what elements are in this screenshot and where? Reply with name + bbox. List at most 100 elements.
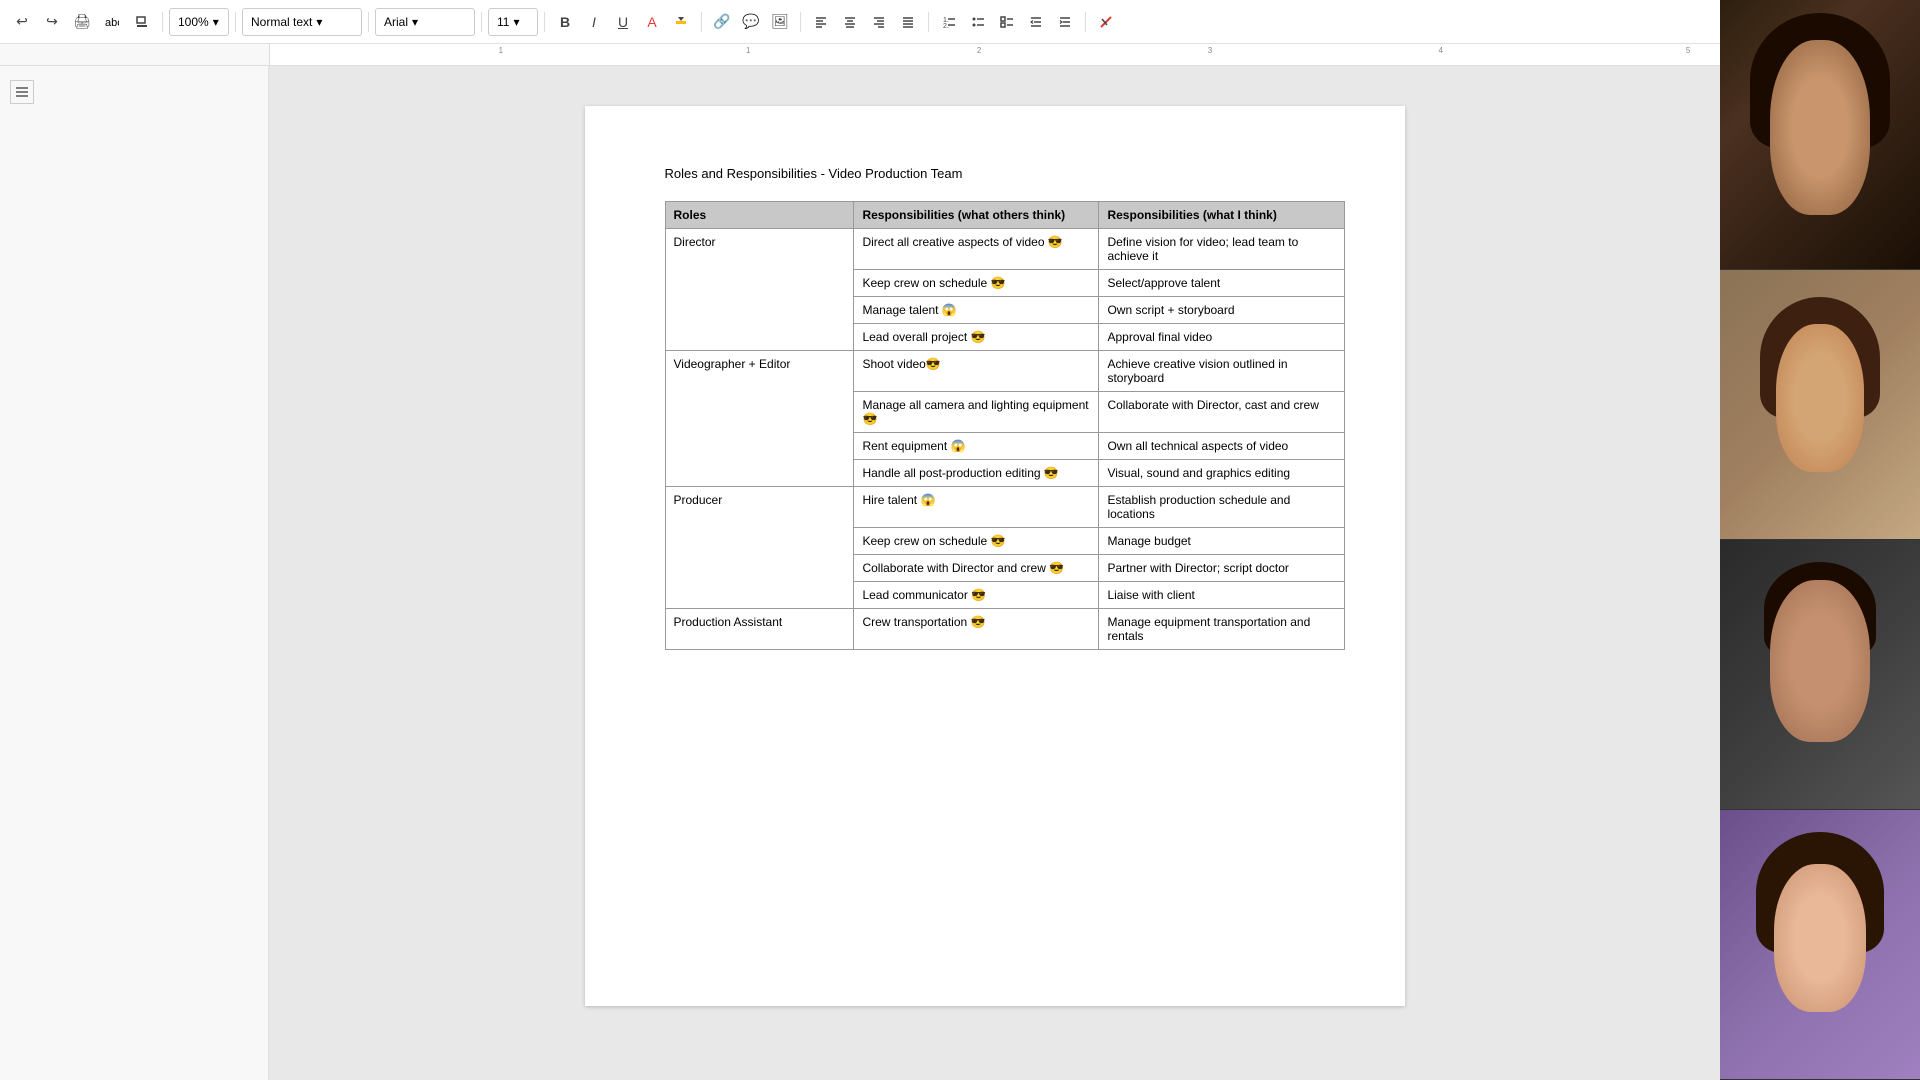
main-content: Roles and Responsibilities - Video Produ… — [269, 66, 1720, 1080]
others-cell: Lead overall project 😎 — [854, 324, 1099, 351]
video-inner-1 — [1720, 0, 1920, 269]
font-value: Arial — [384, 15, 408, 29]
comment-button[interactable]: 💬 — [737, 8, 765, 36]
ruler: 1 1 2 3 4 5 — [0, 44, 1920, 66]
size-chevron: ▾ — [513, 15, 519, 29]
zoom-dropdown[interactable]: 100% ▾ — [169, 8, 229, 36]
align-right-button[interactable] — [865, 8, 893, 36]
zoom-value: 100% — [178, 15, 209, 29]
role-cell: Producer — [665, 487, 854, 609]
decrease-indent-button[interactable] — [1022, 8, 1050, 36]
style-dropdown[interactable]: Normal text ▾ — [242, 8, 362, 36]
link-button[interactable]: 🔗 — [708, 8, 736, 36]
checklist-button[interactable] — [993, 8, 1021, 36]
mine-cell: Approval final video — [1099, 324, 1344, 351]
bold-button[interactable]: B — [551, 8, 579, 36]
sep9 — [1085, 12, 1086, 32]
text-color-button[interactable]: A — [638, 8, 666, 36]
print-button[interactable]: 🖨 — [68, 8, 96, 36]
italic-button[interactable]: I — [580, 8, 608, 36]
others-cell: Keep crew on schedule 😎 — [854, 528, 1099, 555]
toolbar: ↩ ↪ 🖨 abc 100% ▾ Normal text ▾ Arial ▾ 1… — [0, 0, 1920, 44]
ruler-ticks: 1 1 2 3 4 5 — [270, 44, 1919, 65]
col-header-mine: Responsibilities (what I think) — [1099, 202, 1344, 229]
others-cell: Rent equipment 😱 — [854, 433, 1099, 460]
zoom-chevron: ▾ — [213, 15, 219, 29]
list-group: 1.2. — [935, 8, 1079, 36]
mine-cell: Visual, sound and graphics editing — [1099, 460, 1344, 487]
p3-background — [1720, 540, 1920, 809]
svg-text:abc: abc — [105, 17, 119, 29]
spellcheck-button[interactable]: abc — [98, 8, 126, 36]
role-cell: Production Assistant — [665, 609, 854, 650]
image-button[interactable]: 🖼 — [766, 8, 794, 36]
sep4 — [481, 12, 482, 32]
p1-background — [1720, 0, 1920, 269]
mine-cell: Achieve creative vision outlined in stor… — [1099, 351, 1344, 392]
video-participant-4 — [1720, 810, 1920, 1080]
document-list-icon[interactable] — [10, 80, 34, 104]
svg-text:2.: 2. — [943, 23, 949, 29]
video-panel — [1720, 0, 1920, 1080]
video-participant-1 — [1720, 0, 1920, 270]
others-cell: Shoot video😎 — [854, 351, 1099, 392]
others-cell: Lead communicator 😎 — [854, 582, 1099, 609]
others-cell: Collaborate with Director and crew 😎 — [854, 555, 1099, 582]
table-row: Production AssistantCrew transportation … — [665, 609, 1344, 650]
others-cell: Keep crew on schedule 😎 — [854, 270, 1099, 297]
format-group: B I U A — [551, 8, 695, 36]
others-cell: Manage talent 😱 — [854, 297, 1099, 324]
paint-format-button[interactable] — [128, 8, 156, 36]
p4-background — [1720, 810, 1920, 1079]
font-dropdown[interactable]: Arial ▾ — [375, 8, 475, 36]
p4-face — [1774, 864, 1866, 1012]
align-left-button[interactable] — [807, 8, 835, 36]
clear-format-button[interactable] — [1092, 8, 1120, 36]
roles-table: Roles Responsibilities (what others thin… — [665, 201, 1345, 650]
bullet-list-dropdown[interactable] — [964, 8, 992, 36]
sep3 — [368, 12, 369, 32]
p1-face — [1770, 40, 1870, 215]
video-participant-3 — [1720, 540, 1920, 810]
numbered-list-button[interactable]: 1.2. — [935, 8, 963, 36]
align-center-button[interactable] — [836, 8, 864, 36]
p3-face — [1770, 580, 1870, 741]
redo-button[interactable]: ↪ — [38, 8, 66, 36]
p2-face — [1776, 324, 1864, 472]
font-chevron: ▾ — [412, 15, 418, 29]
sep6 — [701, 12, 702, 32]
p2-background — [1720, 270, 1920, 539]
video-inner-4 — [1720, 810, 1920, 1079]
style-chevron: ▾ — [316, 15, 322, 29]
mine-cell: Manage equipment transportation and rent… — [1099, 609, 1344, 650]
increase-indent-button[interactable] — [1051, 8, 1079, 36]
highlight-button[interactable] — [667, 8, 695, 36]
others-cell: Handle all post-production editing 😎 — [854, 460, 1099, 487]
sidebar — [0, 66, 269, 1080]
video-inner-3 — [1720, 540, 1920, 809]
others-cell: Direct all creative aspects of video 😎 — [854, 229, 1099, 270]
mine-cell: Establish production schedule and locati… — [1099, 487, 1344, 528]
mine-cell: Collaborate with Director, cast and crew — [1099, 392, 1344, 433]
table-row: Videographer + EditorShoot video😎Achieve… — [665, 351, 1344, 392]
others-cell: Hire talent 😱 — [854, 487, 1099, 528]
others-cell: Crew transportation 😎 — [854, 609, 1099, 650]
underline-button[interactable]: U — [609, 8, 637, 36]
video-inner-2 — [1720, 270, 1920, 539]
mine-cell: Partner with Director; script doctor — [1099, 555, 1344, 582]
mine-cell: Select/approve talent — [1099, 270, 1344, 297]
align-group — [807, 8, 922, 36]
mine-cell: Liaise with client — [1099, 582, 1344, 609]
table-row: ProducerHire talent 😱Establish productio… — [665, 487, 1344, 528]
align-justify-button[interactable] — [894, 8, 922, 36]
ruler-inner: 1 1 2 3 4 5 — [269, 44, 1920, 65]
table-row: DirectorDirect all creative aspects of v… — [665, 229, 1344, 270]
video-participant-2 — [1720, 270, 1920, 540]
sep8 — [928, 12, 929, 32]
others-cell: Manage all camera and lighting equipment… — [854, 392, 1099, 433]
mine-cell: Own all technical aspects of video — [1099, 433, 1344, 460]
document-title: Roles and Responsibilities - Video Produ… — [665, 166, 1345, 181]
style-value: Normal text — [251, 15, 312, 29]
undo-button[interactable]: ↩ — [8, 8, 36, 36]
size-dropdown[interactable]: 11 ▾ — [488, 8, 538, 36]
